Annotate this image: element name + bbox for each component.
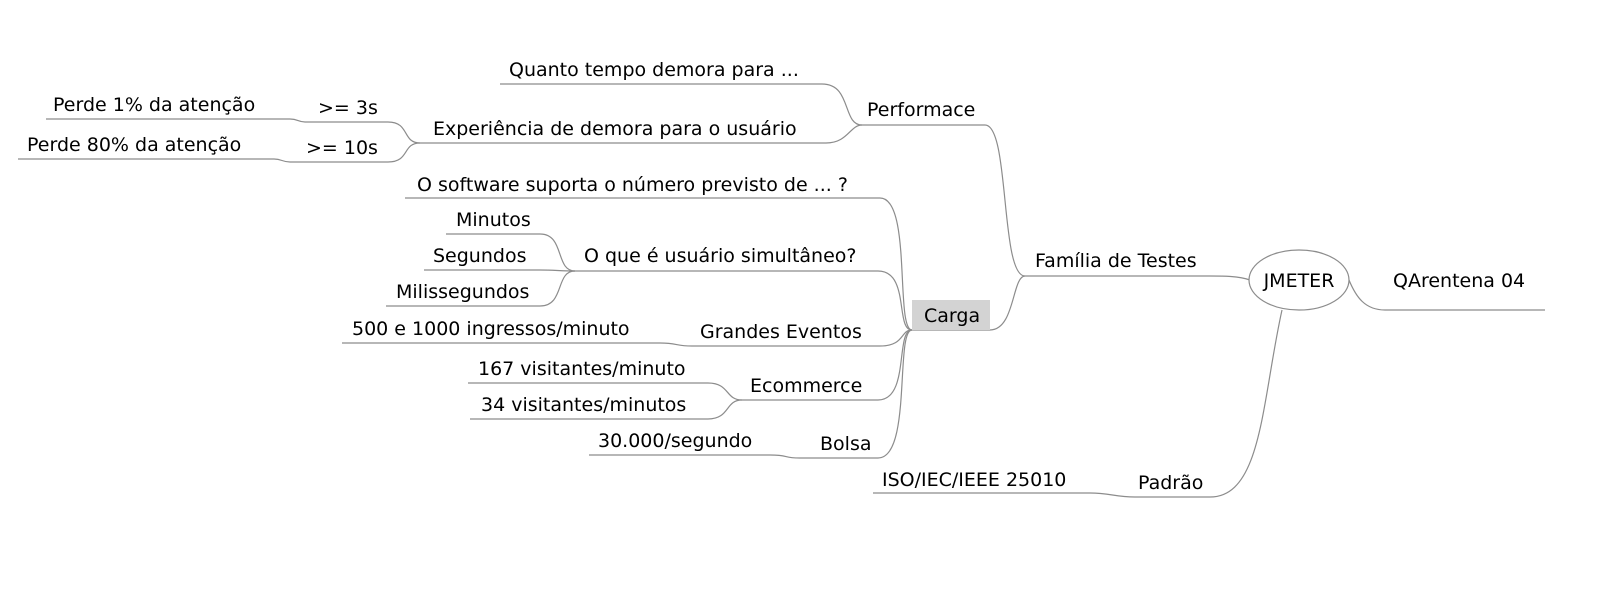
edge-padrao-iso [1089, 492, 1136, 498]
edge-experiencia-3s [387, 121, 421, 144]
edge-carga-ecommerce [877, 329, 913, 401]
root-node-label[interactable]: JMETER [1263, 270, 1335, 292]
node-padrao[interactable]: Padrão [1138, 472, 1203, 494]
node-perde1[interactable]: Perde 1% da atenção [53, 94, 255, 116]
edge-carga-bolsa [877, 329, 913, 459]
edge-root-familia [1209, 275, 1251, 281]
node-minutos[interactable]: Minutos [456, 209, 531, 231]
node-quanto-tempo[interactable]: Quanto tempo demora para ... [509, 59, 799, 81]
edge-performace-quanto [821, 83, 863, 126]
edge-carga-software [879, 197, 913, 331]
edge-3s-perde1 [289, 118, 306, 123]
node-experiencia[interactable]: Experiência de demora para o usuário [433, 118, 797, 140]
node-perde80[interactable]: Perde 80% da atenção [27, 134, 241, 156]
node-ingressos[interactable]: 500 e 1000 ingressos/minuto [352, 318, 630, 340]
node-usuario-simultaneo[interactable]: O que é usuário simultâneo? [584, 245, 856, 267]
node-software-suporta[interactable]: O software suporta o número previsto de … [417, 174, 848, 196]
edge-simultaneo-minutos [539, 233, 576, 272]
edge-grandes-ingressos [659, 342, 693, 347]
edge-familia-carga [989, 275, 1026, 331]
node-milissegundos[interactable]: Milissegundos [396, 281, 529, 303]
edge-ecommerce-34 [707, 399, 743, 420]
node-visitantes167[interactable]: 167 visitantes/minuto [478, 358, 686, 380]
node-carga[interactable]: Carga [924, 305, 980, 327]
edge-experiencia-10s [387, 142, 421, 163]
node-ecommerce[interactable]: Ecommerce [750, 375, 862, 397]
edge-simultaneo-milissegundos [539, 270, 576, 307]
node-ge10s[interactable]: >= 10s [306, 137, 378, 159]
edge-ecommerce-167 [707, 382, 743, 401]
node-ge3s[interactable]: >= 3s [318, 97, 378, 119]
node-familia[interactable]: Família de Testes [1035, 250, 1197, 272]
node-iso[interactable]: ISO/IEC/IEEE 25010 [882, 469, 1066, 491]
node-trinta-mil[interactable]: 30.000/segundo [598, 430, 752, 452]
edge-root-qarentena [1348, 279, 1386, 311]
node-segundos[interactable]: Segundos [433, 245, 526, 267]
node-bolsa[interactable]: Bolsa [820, 433, 871, 455]
edge-bolsa-30000 [769, 454, 801, 459]
node-visitantes34[interactable]: 34 visitantes/minutos [481, 394, 686, 416]
edge-carga-simultaneo [877, 270, 913, 331]
edge-familia-performace [984, 124, 1026, 277]
edge-root-padrao [1209, 309, 1283, 498]
mind-map: JMETER QArentena 04 Família de Testes Pa… [18, 59, 1545, 498]
node-grandes-eventos[interactable]: Grandes Eventos [700, 321, 862, 343]
node-qarentena[interactable]: QArentena 04 [1393, 270, 1525, 292]
edge-10s-perde80 [273, 158, 291, 163]
edge-performace-experiencia [825, 124, 863, 144]
node-performace[interactable]: Performace [867, 99, 975, 121]
